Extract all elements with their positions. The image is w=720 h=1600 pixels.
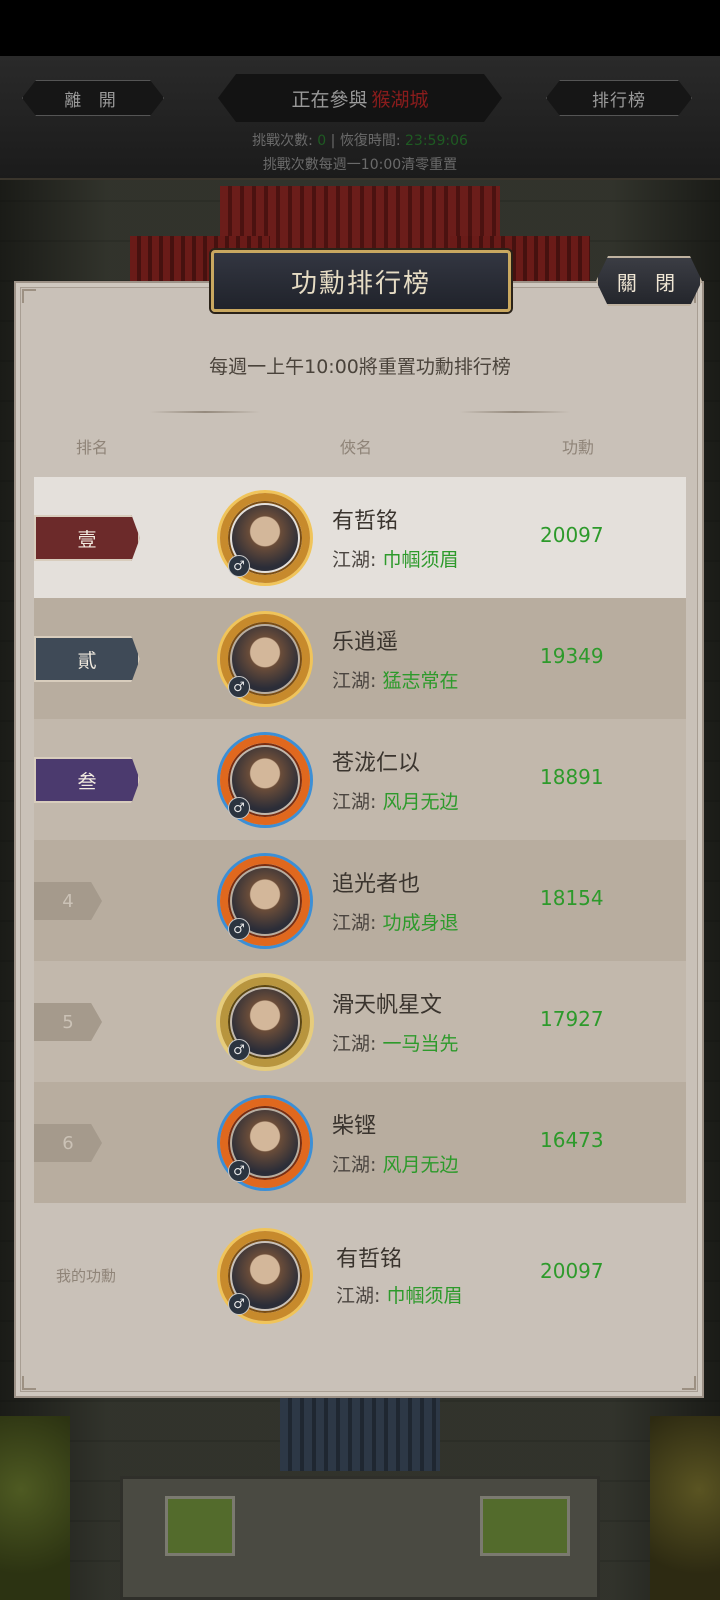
title-label: 江湖: bbox=[336, 1285, 381, 1307]
hero-title: 江湖: 巾帼须眉 bbox=[332, 545, 458, 572]
tree-left bbox=[0, 1416, 70, 1600]
hero-name: 追光者也 bbox=[332, 872, 421, 897]
corner-ornament bbox=[22, 1376, 36, 1390]
column-header-rank: 排名 bbox=[76, 438, 109, 457]
close-button[interactable]: 關 閉 bbox=[596, 256, 702, 306]
avatar[interactable]: ♂ bbox=[220, 493, 310, 583]
title-value: 一马当先 bbox=[382, 1033, 459, 1055]
male-icon: ♂ bbox=[228, 555, 250, 577]
hero-title: 江湖: 风月无边 bbox=[332, 787, 458, 814]
tree-right bbox=[650, 1416, 720, 1600]
rank-badge: 壹 bbox=[34, 515, 140, 561]
avatar[interactable]: ♂ bbox=[220, 735, 310, 825]
panel-title: 功勳排行榜 bbox=[211, 250, 511, 312]
merit-value: 19349 bbox=[540, 644, 604, 668]
recover-time-label: 恢復時間: bbox=[339, 133, 401, 149]
title-value: 风月无边 bbox=[382, 1154, 459, 1176]
merit-value: 18154 bbox=[540, 886, 604, 910]
hero-title: 江湖: 功成身退 bbox=[332, 908, 458, 935]
divider-ornament bbox=[460, 411, 570, 413]
male-icon: ♂ bbox=[228, 797, 250, 819]
my-merit-label: 我的功勳 bbox=[56, 1267, 117, 1285]
table-row[interactable]: 叁 ♂ 苍泷仁以 江湖: 风月无边 18891 bbox=[34, 719, 686, 840]
male-icon: ♂ bbox=[228, 918, 250, 940]
title-value: 功成身退 bbox=[382, 912, 459, 934]
title-label: 江湖: bbox=[332, 1154, 377, 1176]
corner-ornament bbox=[682, 1376, 696, 1390]
table-row[interactable]: 壹 ♂ 有哲铭 江湖: 巾帼须眉 20097 bbox=[34, 477, 686, 598]
hero-name: 滑天帆星文 bbox=[332, 993, 443, 1018]
male-icon: ♂ bbox=[228, 1160, 250, 1182]
title-value: 风月无边 bbox=[382, 791, 459, 813]
merit-value: 18891 bbox=[540, 765, 604, 789]
merit-value: 20097 bbox=[540, 523, 604, 547]
rank-badge: 叁 bbox=[34, 757, 140, 803]
table-row[interactable]: 6 ♂ 柴铿 江湖: 风月无边 16473 bbox=[34, 1082, 686, 1203]
avatar[interactable]: ♂ bbox=[220, 977, 310, 1067]
column-header-name: 俠名 bbox=[340, 438, 373, 457]
hero-name: 苍泷仁以 bbox=[332, 751, 421, 776]
lawn-left bbox=[165, 1496, 235, 1556]
my-title: 江湖: 巾帼须眉 bbox=[336, 1281, 462, 1308]
merit-value: 17927 bbox=[540, 1007, 604, 1031]
hero-name: 乐逍遥 bbox=[332, 630, 399, 655]
hero-title: 江湖: 猛志常在 bbox=[332, 666, 458, 693]
table-row[interactable]: 貳 ♂ 乐逍遥 江湖: 猛志常在 19349 bbox=[34, 598, 686, 719]
rank-badge: 貳 bbox=[34, 636, 140, 682]
male-icon: ♂ bbox=[228, 1293, 250, 1315]
challenge-info: 挑戰次數: 0 | 恢復時間: 23:59:06 bbox=[252, 133, 468, 149]
rank-number: 6 bbox=[34, 1124, 102, 1162]
title-value: 巾帼须眉 bbox=[382, 549, 459, 571]
title-label: 江湖: bbox=[332, 912, 377, 934]
table-row[interactable]: 5 ♂ 滑天帆星文 江湖: 一马当先 17927 bbox=[34, 961, 686, 1082]
table-row[interactable]: 4 ♂ 追光者也 江湖: 功成身退 18154 bbox=[34, 840, 686, 961]
my-merit-value: 20097 bbox=[540, 1259, 604, 1283]
title-label: 江湖: bbox=[332, 549, 377, 571]
participating-banner: 正在參與 猴湖城 bbox=[218, 74, 502, 122]
title-label: 江湖: bbox=[332, 670, 377, 692]
male-icon: ♂ bbox=[228, 1039, 250, 1061]
column-header-merit: 功勳 bbox=[562, 438, 595, 457]
title-label: 江湖: bbox=[332, 791, 377, 813]
my-name: 有哲铭 bbox=[336, 1247, 403, 1272]
city-name: 猴湖城 bbox=[371, 88, 429, 111]
gate-roof bbox=[280, 1391, 440, 1471]
rank-number: 4 bbox=[34, 882, 102, 920]
rank-number: 5 bbox=[34, 1003, 102, 1041]
my-merit-row: 我的功勳 ♂ 有哲铭 江湖: 巾帼须眉 20097 bbox=[34, 1217, 686, 1337]
divider-ornament bbox=[150, 411, 260, 413]
lawn-right bbox=[480, 1496, 570, 1556]
hero-title: 江湖: 一马当先 bbox=[332, 1029, 458, 1056]
hero-name: 柴铿 bbox=[332, 1114, 377, 1139]
male-icon: ♂ bbox=[228, 676, 250, 698]
corner-ornament bbox=[22, 289, 36, 303]
title-label: 江湖: bbox=[332, 1033, 377, 1055]
recover-time-value: 23:59:06 bbox=[405, 133, 468, 149]
hero-title: 江湖: 风月无边 bbox=[332, 1150, 458, 1177]
challenge-count-label: 挑戰次數: bbox=[252, 133, 313, 149]
reset-note: 挑戰次數每週一10:00清零重置 bbox=[262, 157, 458, 173]
status-bar bbox=[0, 0, 720, 56]
leaderboard-button[interactable]: 排行榜 bbox=[546, 80, 692, 116]
challenge-count-value: 0 bbox=[317, 133, 327, 149]
avatar[interactable]: ♂ bbox=[220, 614, 310, 704]
merit-value: 16473 bbox=[540, 1128, 604, 1152]
reset-subtitle: 每週一上午10:00將重置功勳排行榜 bbox=[209, 356, 511, 378]
avatar[interactable]: ♂ bbox=[220, 856, 310, 946]
top-hud: 離 開 正在參與 猴湖城 排行榜 挑戰次數: 0 | 恢復時間: 23:59:0… bbox=[0, 56, 720, 180]
title-value: 巾帼须眉 bbox=[386, 1285, 463, 1307]
participating-label: 正在參與 bbox=[291, 88, 368, 111]
hero-name: 有哲铭 bbox=[332, 509, 399, 534]
leave-button[interactable]: 離 開 bbox=[22, 80, 164, 116]
avatar[interactable]: ♂ bbox=[220, 1098, 310, 1188]
title-value: 猛志常在 bbox=[382, 670, 459, 692]
my-avatar[interactable]: ♂ bbox=[220, 1231, 310, 1321]
